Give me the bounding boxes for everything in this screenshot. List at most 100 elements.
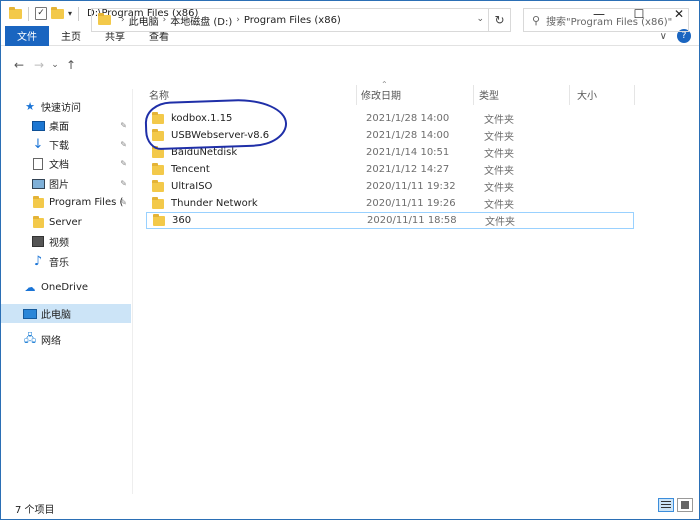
column-divider[interactable]	[634, 85, 635, 105]
annotation-circle	[144, 97, 288, 151]
recent-locations-button[interactable]: ⌄	[49, 60, 61, 70]
folder-icon	[153, 213, 165, 226]
file-name: BaiduNetdisk	[171, 147, 238, 158]
properties-icon[interactable]: ✓	[35, 7, 47, 20]
desktop-icon	[31, 120, 45, 132]
customize-toolbar-icon[interactable]: ▾	[68, 9, 72, 18]
chevron-right-icon[interactable]: ›	[121, 15, 125, 25]
chevron-right-icon[interactable]: ›	[236, 15, 240, 25]
column-divider[interactable]	[356, 85, 357, 105]
file-date: 2021/1/28 14:00	[366, 130, 450, 141]
folder-icon	[152, 196, 164, 209]
chevron-right-icon[interactable]: ›	[163, 15, 167, 25]
pin-icon: ✎	[120, 159, 127, 168]
quick-access-toolbar: ✓ ▾	[9, 6, 72, 21]
sidebar-item-label: Server	[49, 217, 82, 228]
breadcrumb-drive-d[interactable]: 本地磁盘 (D:)	[170, 13, 232, 28]
sidebar-item-pictures[interactable]: 图片 ✎	[1, 174, 131, 193]
document-icon	[31, 157, 45, 170]
search-placeholder: 搜索"Program Files (x86)"	[546, 16, 673, 28]
column-header-date[interactable]: 修改日期	[361, 87, 401, 103]
file-type: 文件夹	[484, 115, 514, 126]
sidebar-item-label: 此电脑	[41, 310, 71, 321]
column-header-size[interactable]: 大小	[577, 87, 597, 103]
sidebar-item-onedrive[interactable]: ☁ OneDrive	[1, 278, 131, 297]
column-divider[interactable]	[569, 85, 570, 105]
sidebar-item-label: 图片	[49, 180, 69, 191]
breadcrumb: › 此电脑 › 本地磁盘 (D:) › Program Files (x86)	[117, 13, 341, 28]
refresh-button[interactable]: ↻	[488, 9, 510, 31]
sidebar-item-label: 文档	[49, 160, 69, 171]
folder-icon	[31, 215, 45, 229]
view-switcher	[658, 498, 693, 512]
sidebar-item-server[interactable]: Server	[1, 213, 131, 232]
folder-icon	[152, 162, 164, 175]
file-date: 2021/1/28 14:00	[366, 113, 450, 124]
address-row: ← → ⌄ ↑	[1, 46, 699, 84]
status-item-count: 7 个项目	[15, 505, 55, 516]
file-date: 2020/11/11 19:32	[366, 181, 456, 192]
pin-icon: ✎	[120, 140, 127, 149]
file-row[interactable]: Thunder Network 2020/11/11 19:26 文件夹	[146, 195, 634, 212]
forward-button[interactable]: →	[29, 58, 49, 72]
column-header-type[interactable]: 类型	[479, 87, 499, 103]
file-row-selected[interactable]: 360 2020/11/11 18:58 文件夹	[146, 212, 634, 229]
explorer-window: ✓ ▾ D:\Program Files (x86) — ☐ ✕ 文件 主页 共…	[0, 0, 700, 520]
file-name: Tencent	[171, 164, 210, 175]
sidebar-item-label: 网络	[41, 336, 61, 347]
computer-icon	[23, 308, 37, 320]
file-row[interactable]: UltraISO 2020/11/11 19:32 文件夹	[146, 178, 634, 195]
sidebar-item-label: OneDrive	[41, 282, 89, 293]
details-view-button[interactable]	[658, 498, 674, 512]
sidebar-item-label: 视频	[49, 238, 69, 249]
sidebar-item-label: 下载	[49, 141, 69, 152]
folder-icon	[152, 179, 164, 192]
video-icon	[31, 236, 45, 248]
pin-icon: ✎	[120, 198, 127, 207]
file-name: UltraISO	[171, 181, 213, 192]
pin-icon: ✎	[120, 121, 127, 130]
column-divider[interactable]	[473, 85, 474, 105]
breadcrumb-this-pc[interactable]: 此电脑	[129, 13, 159, 28]
file-date: 2021/1/14 10:51	[366, 147, 450, 158]
file-name: Thunder Network	[171, 198, 258, 209]
sidebar-item-music[interactable]: ♪ 音乐	[1, 252, 131, 271]
breadcrumb-program-files[interactable]: Program Files (x86)	[244, 15, 341, 26]
new-folder-icon[interactable]	[51, 6, 64, 19]
search-icon: ⚲	[532, 13, 541, 27]
sidebar-item-desktop[interactable]: 桌面 ✎	[1, 116, 131, 135]
sidebar-item-label: Program Files (	[49, 197, 124, 208]
folder-icon[interactable]	[9, 6, 22, 19]
sidebar-item-quick-access[interactable]: ★ 快速访问	[1, 97, 131, 116]
sidebar-item-downloads[interactable]: ↓ 下载 ✎	[1, 135, 131, 154]
sidebar-item-documents[interactable]: 文档 ✎	[1, 154, 131, 173]
pin-icon: ✎	[120, 179, 127, 188]
file-row[interactable]: Tencent 2021/1/12 14:27 文件夹	[146, 161, 634, 178]
file-date: 2020/11/11 19:26	[366, 198, 456, 209]
music-icon: ♪	[33, 254, 43, 269]
expand-ribbon-icon[interactable]: ∨	[660, 31, 667, 42]
chevron-down-icon[interactable]: ⌄	[476, 14, 484, 24]
file-date: 2021/1/12 14:27	[366, 164, 450, 175]
file-date: 2020/11/11 18:58	[367, 215, 457, 226]
folder-icon	[98, 13, 111, 25]
title-divider	[78, 6, 80, 21]
tab-home[interactable]: 主页	[49, 28, 93, 43]
star-icon: ★	[25, 100, 35, 113]
file-type: 文件夹	[484, 200, 514, 211]
sidebar-item-videos[interactable]: 视频	[1, 232, 131, 251]
search-input[interactable]: ⚲ 搜索"Program Files (x86)"	[523, 8, 689, 32]
sidebar-item-label: 桌面	[49, 122, 69, 133]
tab-file[interactable]: 文件	[5, 25, 49, 46]
file-type: 文件夹	[484, 149, 514, 160]
large-icons-view-button[interactable]	[677, 498, 693, 512]
sidebar-item-network[interactable]: 🖧 网络	[1, 330, 131, 349]
sidebar-item-label: 音乐	[49, 258, 69, 269]
column-header-name[interactable]: 名称	[149, 87, 169, 103]
sidebar-item-program-files[interactable]: Program Files ( ✎	[1, 193, 131, 212]
address-bar[interactable]: › 此电脑 › 本地磁盘 (D:) › Program Files (x86) …	[91, 8, 511, 32]
back-button[interactable]: ←	[9, 58, 29, 72]
sidebar-item-this-pc[interactable]: 此电脑	[1, 304, 131, 323]
up-button[interactable]: ↑	[61, 58, 81, 72]
folder-icon	[31, 195, 45, 209]
